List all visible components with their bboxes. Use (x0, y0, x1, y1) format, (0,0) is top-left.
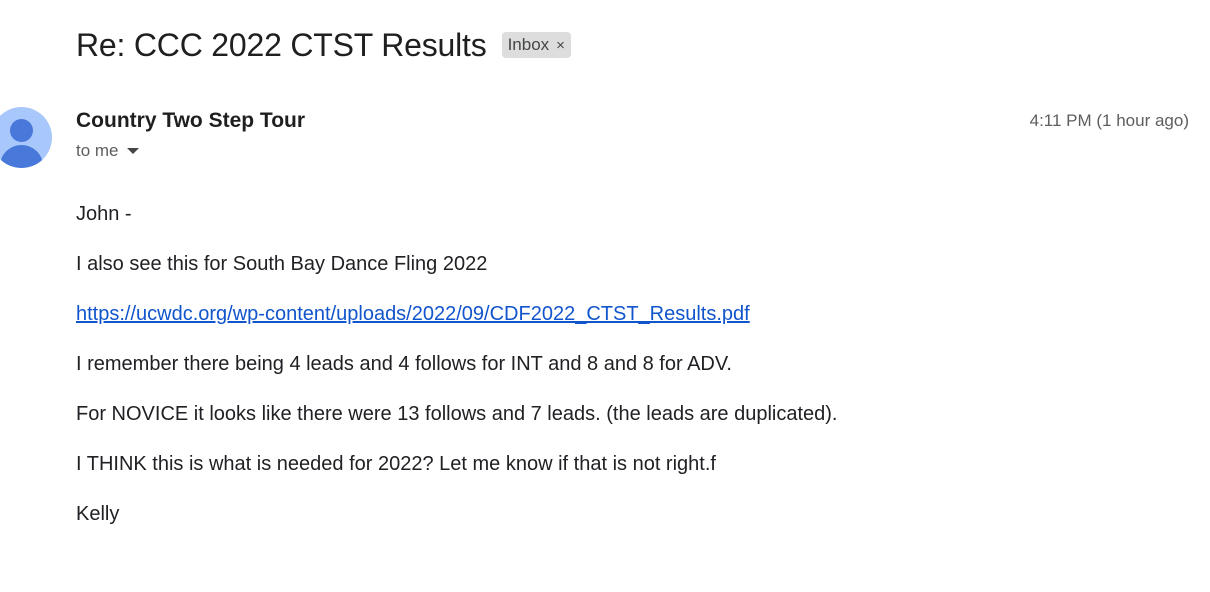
subject-row: Re: CCC 2022 CTST Results Inbox × (76, 24, 571, 66)
recipient-text: to me (76, 141, 119, 160)
inbox-label-text: Inbox (507, 35, 550, 54)
body-signature: Kelly (76, 503, 120, 525)
remove-label-icon[interactable]: × (556, 38, 565, 53)
sender-avatar[interactable] (0, 107, 52, 168)
email-body: John - I also see this for South Bay Dan… (76, 201, 837, 551)
recipient-details-toggle[interactable]: to me (76, 141, 139, 161)
body-greeting: John - (76, 203, 132, 225)
sender-name[interactable]: Country Two Step Tour (76, 109, 305, 133)
person-icon-head (10, 119, 33, 142)
chevron-down-icon[interactable] (126, 148, 139, 154)
results-pdf-link[interactable]: https://ucwdc.org/wp-content/uploads/202… (76, 303, 750, 325)
person-icon-body (0, 145, 43, 168)
body-line-1: I also see this for South Bay Dance Flin… (76, 253, 488, 275)
body-line-3: For NOVICE it looks like there were 13 f… (76, 403, 838, 425)
body-line-2: I remember there being 4 leads and 4 fol… (76, 353, 732, 375)
body-link-paragraph: https://ucwdc.org/wp-content/uploads/202… (76, 301, 837, 351)
body-line-4: I THINK this is what is needed for 2022?… (76, 453, 716, 475)
inbox-label-chip[interactable]: Inbox × (501, 32, 571, 58)
email-subject: Re: CCC 2022 CTST Results (76, 27, 487, 63)
email-timestamp: 4:11 PM (1 hour ago) (1029, 111, 1189, 130)
